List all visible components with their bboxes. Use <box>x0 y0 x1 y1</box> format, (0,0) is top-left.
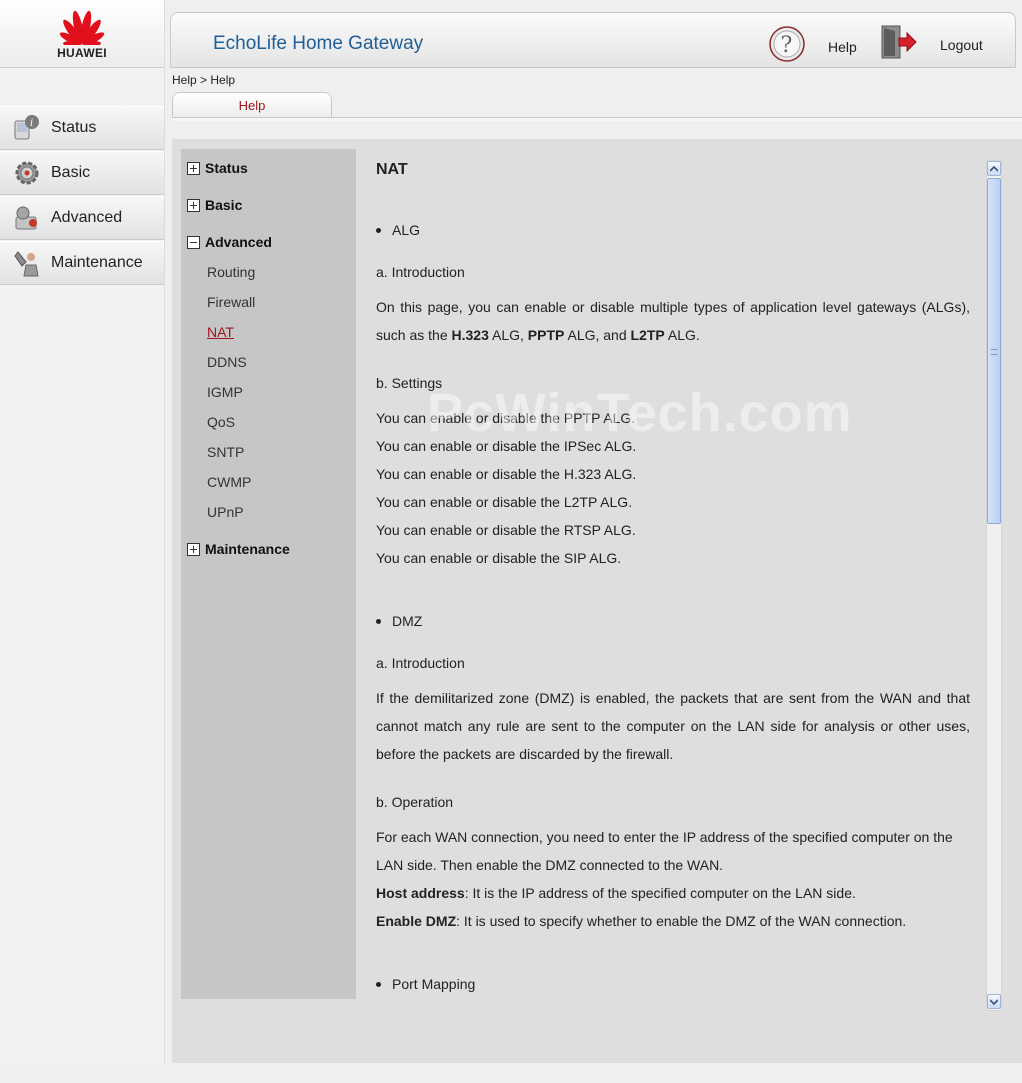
sidebar-item-label: Maintenance <box>51 254 143 271</box>
chevron-down-icon <box>990 998 998 1005</box>
page-title: EchoLife Home Gateway <box>213 33 424 54</box>
huawei-logo: HUAWEI <box>0 0 164 68</box>
scroll-grip <box>991 349 997 355</box>
section-heading: Port Mapping <box>392 976 476 992</box>
tree-node-label: Status <box>205 160 248 176</box>
sidebar-item-maintenance[interactable]: Maintenance <box>0 241 164 285</box>
sidebar-item-basic[interactable]: Basic <box>0 151 164 195</box>
tree-node-label: Advanced <box>205 234 272 250</box>
sidebar-item-label: Advanced <box>51 209 123 226</box>
dmz-intro-text: If the demilitarized zone (DMZ) is enabl… <box>376 690 970 762</box>
tree-node-maintenance[interactable]: Maintenance <box>187 541 290 557</box>
sidebar-item-status[interactable]: i Status <box>0 106 164 150</box>
left-sidebar: HUAWEI i Status Basic Advanced Maintenan… <box>0 0 165 1063</box>
dmz-intro-heading: a. Introduction <box>376 655 465 671</box>
tree-node-status[interactable]: Status <box>187 160 248 176</box>
section-bullet-dmz: DMZ <box>376 613 422 629</box>
svg-text:i: i <box>30 118 33 129</box>
alg-setting-line: You can enable or disable the SIP ALG. <box>376 550 622 566</box>
section-bullet-alg: ALG <box>376 222 420 238</box>
tree-item-ddns[interactable]: DDNS <box>207 354 247 370</box>
sidebar-item-advanced[interactable]: Advanced <box>0 196 164 240</box>
alg-setting-line: You can enable or disable the RTSP ALG. <box>376 522 636 538</box>
tree-item-firewall[interactable]: Firewall <box>207 294 255 310</box>
tree-item-cwmp[interactable]: CWMP <box>207 474 251 490</box>
alg-setting-line: You can enable or disable the PPTP ALG. <box>376 410 636 426</box>
wrench-person-icon <box>12 248 42 278</box>
status-info-icon: i <box>12 113 42 143</box>
sidebar-item-label: Basic <box>51 164 91 181</box>
alg-intro-heading: a. Introduction <box>376 264 465 280</box>
help-label: Help <box>828 38 857 55</box>
tab-divider <box>172 117 1022 121</box>
logout-door-icon <box>880 25 918 64</box>
tree-node-label: Basic <box>205 197 243 213</box>
section-heading: ALG <box>392 222 421 238</box>
content-scrollbar[interactable] <box>986 160 1002 1011</box>
app-header: EchoLife Home Gateway ? Help Logout <box>170 12 1016 68</box>
svg-text:?: ? <box>781 33 793 58</box>
tree-item-qos[interactable]: QoS <box>207 414 235 430</box>
dmz-host-address-line: Host address: It is the IP address of th… <box>376 885 856 901</box>
alg-setting-line: You can enable or disable the IPSec ALG. <box>376 438 637 454</box>
alg-settings-heading: b. Settings <box>376 375 443 391</box>
sidebar-nav: i Status Basic Advanced Maintenance <box>0 106 164 285</box>
tree-node-advanced[interactable]: Advanced <box>187 234 272 250</box>
gear-icon <box>12 158 42 188</box>
tab-help[interactable]: Help <box>172 92 332 118</box>
bullet-dot <box>376 227 381 233</box>
tree-item-upnp[interactable]: UPnP <box>207 504 244 520</box>
help-question-icon: ? <box>768 25 806 68</box>
main-panel: Status Basic Advanced Routing Firewall N… <box>172 139 1022 1063</box>
logout-label: Logout <box>940 36 983 53</box>
section-heading: DMZ <box>392 613 423 629</box>
expand-plus-icon <box>187 198 200 212</box>
tree-item-sntp[interactable]: SNTP <box>207 444 244 460</box>
tree-node-label: Maintenance <box>205 541 290 557</box>
sidebar-item-label: Status <box>51 119 97 136</box>
section-bullet-port-mapping: Port Mapping <box>376 976 475 992</box>
scroll-up-button[interactable] <box>987 161 1001 176</box>
breadcrumb: Help > Help <box>172 73 236 87</box>
expand-plus-icon <box>187 161 200 175</box>
help-tree: Status Basic Advanced Routing Firewall N… <box>181 149 356 999</box>
tree-item-nat[interactable]: NAT <box>207 324 234 340</box>
alg-setting-line: You can enable or disable the L2TP ALG. <box>376 494 633 510</box>
tree-item-igmp[interactable]: IGMP <box>207 384 243 400</box>
huawei-flower-icon <box>59 10 105 45</box>
advanced-tools-icon <box>12 203 42 233</box>
collapse-minus-icon <box>187 235 200 249</box>
content-title: NAT <box>376 161 408 178</box>
help-button[interactable]: ? Help <box>768 25 857 68</box>
dmz-enable-line: Enable DMZ: It is used to specify whethe… <box>376 913 907 929</box>
expand-plus-icon <box>187 542 200 556</box>
alg-intro-text: On this page, you can enable or disable … <box>376 299 970 343</box>
scroll-thumb[interactable] <box>987 178 1001 524</box>
logout-button[interactable]: Logout <box>880 25 983 64</box>
tree-item-routing[interactable]: Routing <box>207 264 255 280</box>
brand-name: HUAWEI <box>57 46 107 60</box>
dmz-operation-text: For each WAN connection, you need to ent… <box>376 829 953 873</box>
chevron-up-icon <box>990 165 998 172</box>
alg-setting-line: You can enable or disable the H.323 ALG. <box>376 466 637 482</box>
dmz-operation-heading: b. Operation <box>376 794 454 810</box>
tree-node-basic[interactable]: Basic <box>187 197 242 213</box>
bullet-dot <box>376 618 381 624</box>
scroll-down-button[interactable] <box>987 994 1001 1009</box>
bullet-dot <box>376 981 381 987</box>
